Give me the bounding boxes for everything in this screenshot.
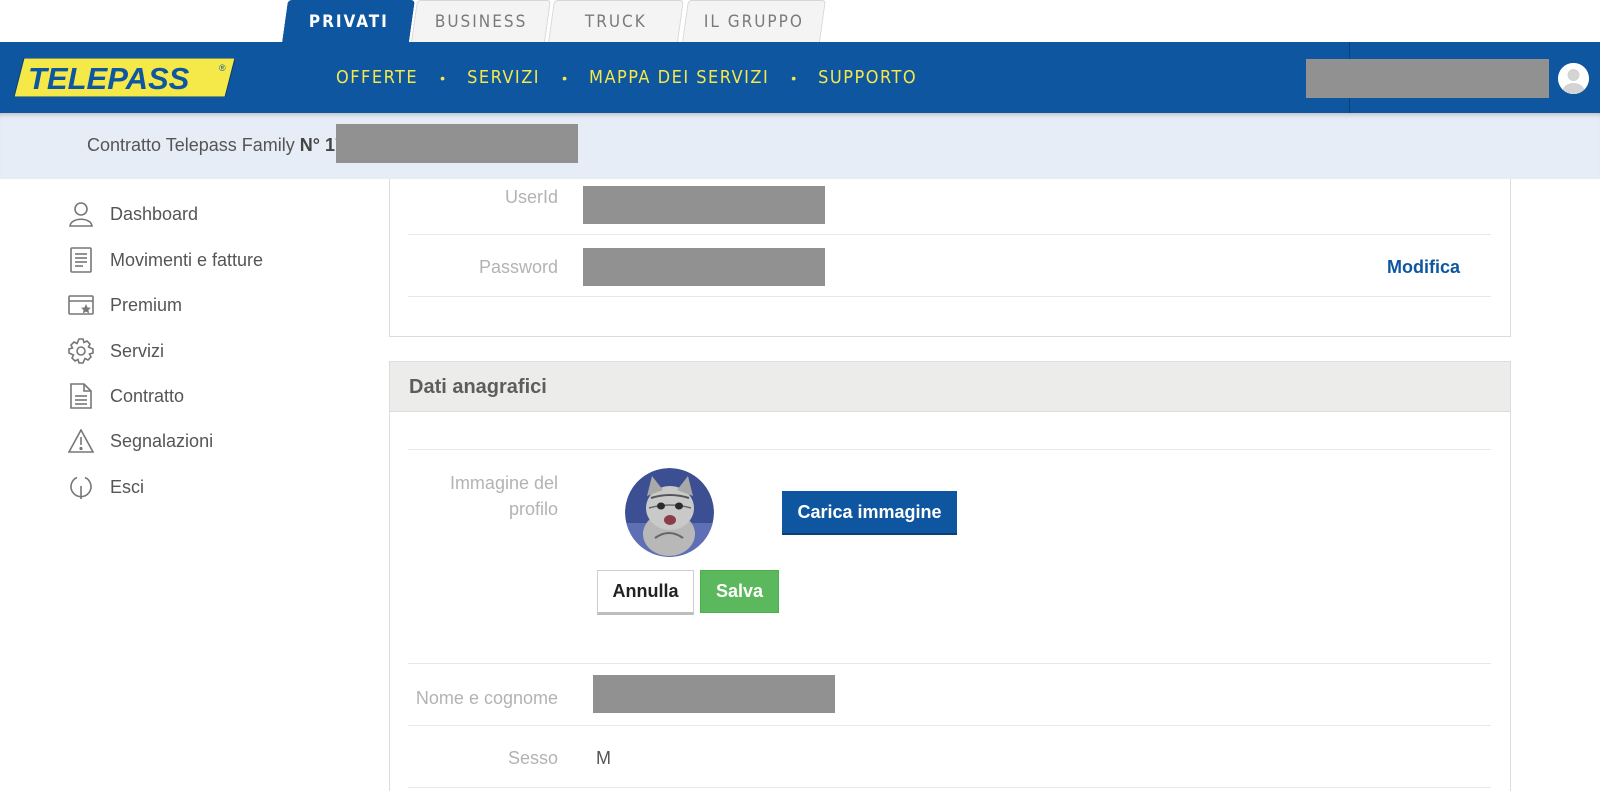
sidebar-item-label: Dashboard: [110, 203, 199, 224]
receipt-icon: [68, 246, 94, 274]
sex-value: M: [596, 748, 611, 768]
panel-header: Dati anagrafici: [390, 362, 1510, 412]
nav-mappa-servizi[interactable]: MAPPA DEI SERVIZI: [589, 67, 769, 88]
svg-text:®: ®: [219, 63, 226, 73]
tab-truck[interactable]: TRUCK: [548, 0, 684, 42]
sidebar-item-label: Servizi: [110, 340, 165, 361]
telepass-logo[interactable]: TELEPASS ®: [14, 58, 235, 97]
contract-number-redacted: [336, 124, 578, 163]
sidebar-item-label: Segnalazioni: [110, 430, 214, 451]
document-icon: [68, 382, 94, 410]
user-name-redacted[interactable]: [1306, 59, 1549, 98]
user-avatar-icon[interactable]: [1558, 63, 1589, 94]
sidebar-item-label: Movimenti e fatture: [110, 249, 264, 270]
contract-title: Contratto Telepass Family N° 17: [87, 135, 345, 156]
cancel-button[interactable]: Annulla: [597, 570, 694, 615]
sidebar: Dashboard Movimenti e fatture Premium Se…: [0, 179, 380, 791]
contract-band: Contratto Telepass Family N° 17: [0, 113, 1600, 179]
logout-icon: [68, 473, 94, 501]
tab-il-gruppo[interactable]: IL GRUPPO: [682, 0, 826, 42]
nav-separator: •: [440, 69, 446, 86]
nav-separator: •: [791, 69, 797, 86]
userid-label-wrap: UserId: [390, 179, 558, 219]
userid-label: UserId: [504, 187, 558, 207]
premium-card-icon: [68, 291, 94, 319]
sidebar-item-label: Esci: [110, 476, 145, 497]
sidebar-item-segnalazioni[interactable]: Segnalazioni: [68, 426, 213, 456]
name-label: Nome e cognome: [415, 688, 558, 708]
tab-business[interactable]: BUSINESS: [411, 0, 551, 42]
password-label: Password: [478, 257, 558, 277]
row-divider: [408, 787, 1491, 788]
panel-title: Dati anagrafici: [409, 376, 547, 398]
contract-prefix: Contratto Telepass Family: [87, 135, 300, 155]
save-button[interactable]: Salva: [700, 570, 779, 613]
sidebar-item-esci[interactable]: Esci: [68, 472, 144, 502]
warning-icon: [68, 427, 94, 455]
main-header: TELEPASS ® OFFERTE • SERVIZI • MAPPA DEI…: [0, 42, 1600, 113]
sidebar-item-movimenti[interactable]: Movimenti e fatture: [68, 245, 263, 275]
sidebar-item-dashboard[interactable]: Dashboard: [68, 199, 198, 229]
profile-image-label: Immagine del profilo: [449, 473, 558, 519]
profile-image-label-wrap: Immagine del profilo: [390, 470, 558, 530]
sidebar-item-label: Contratto: [110, 385, 185, 406]
row-divider: [408, 296, 1491, 297]
name-value-redacted: [593, 675, 835, 713]
user-icon: [68, 200, 94, 228]
anagrafica-panel: Dati anagrafici Immagine del profilo Car…: [389, 361, 1511, 791]
nav-offerte[interactable]: OFFERTE: [336, 67, 418, 88]
sidebar-item-premium[interactable]: Premium: [68, 290, 182, 320]
main-nav: OFFERTE • SERVIZI • MAPPA DEI SERVIZI • …: [336, 42, 917, 113]
row-divider: [408, 234, 1491, 235]
gear-icon: [68, 337, 94, 365]
userid-value-redacted: [583, 186, 825, 224]
nav-supporto[interactable]: SUPPORTO: [818, 67, 917, 88]
credentials-panel: UserId Password Modifica: [389, 179, 1511, 337]
tab-privati[interactable]: PRIVATI: [282, 0, 415, 42]
svg-text:TELEPASS: TELEPASS: [28, 61, 190, 96]
profile-image: [625, 468, 714, 557]
sex-label: Sesso: [507, 748, 558, 768]
sidebar-item-servizi[interactable]: Servizi: [68, 336, 164, 366]
top-tabs: PRIVATI BUSINESS TRUCK IL GRUPPO: [0, 0, 1600, 42]
nav-separator: •: [562, 69, 567, 86]
row-divider: [408, 663, 1491, 664]
sidebar-item-contratto[interactable]: Contratto: [68, 381, 184, 411]
edit-password-link[interactable]: Modifica: [1387, 257, 1460, 278]
password-label-wrap: Password: [390, 249, 558, 289]
sex-label-wrap: Sesso: [390, 742, 558, 782]
row-divider: [408, 449, 1491, 450]
upload-image-button[interactable]: Carica immagine: [782, 491, 957, 535]
row-divider: [408, 725, 1491, 726]
name-label-wrap: Nome e cognome: [390, 682, 558, 722]
nav-servizi[interactable]: SERVIZI: [467, 67, 540, 88]
password-value-redacted: [583, 248, 825, 286]
sidebar-item-label: Premium: [110, 294, 183, 315]
